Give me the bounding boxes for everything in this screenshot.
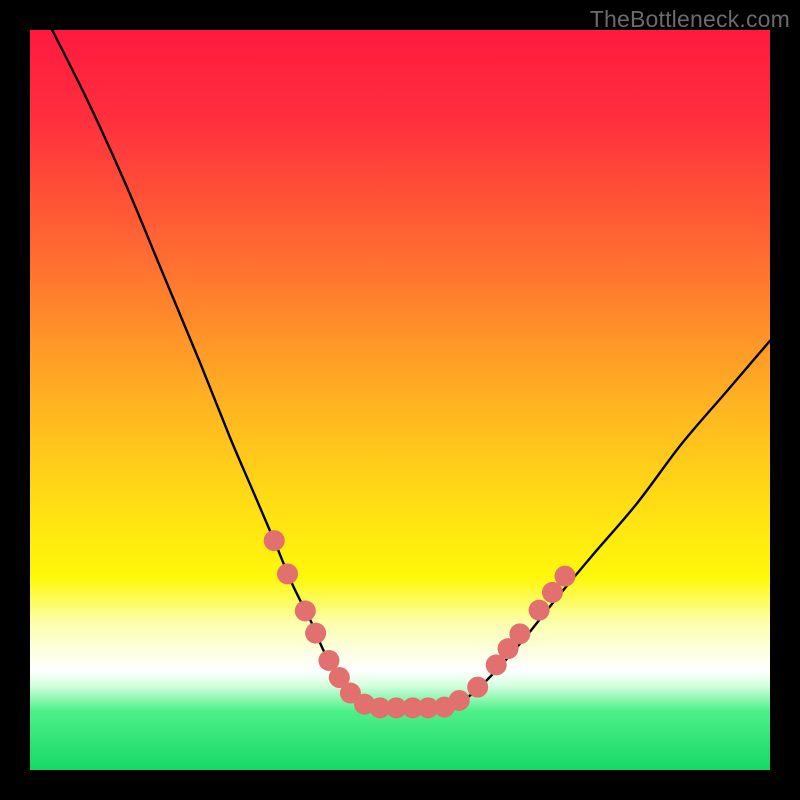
chart-stage: TheBottleneck.com	[0, 0, 800, 800]
dot	[509, 623, 530, 644]
dot	[467, 677, 488, 698]
dot	[264, 530, 285, 551]
dot	[277, 563, 298, 584]
watermark-text: TheBottleneck.com	[590, 6, 790, 33]
highlight-dots	[264, 530, 576, 718]
bottleneck-curve	[52, 30, 770, 708]
dot	[555, 566, 576, 587]
plot-area	[30, 30, 770, 770]
dot	[529, 600, 550, 621]
dot	[295, 600, 316, 621]
curve-layer	[30, 30, 770, 770]
dot	[305, 623, 326, 644]
dot	[449, 690, 470, 711]
